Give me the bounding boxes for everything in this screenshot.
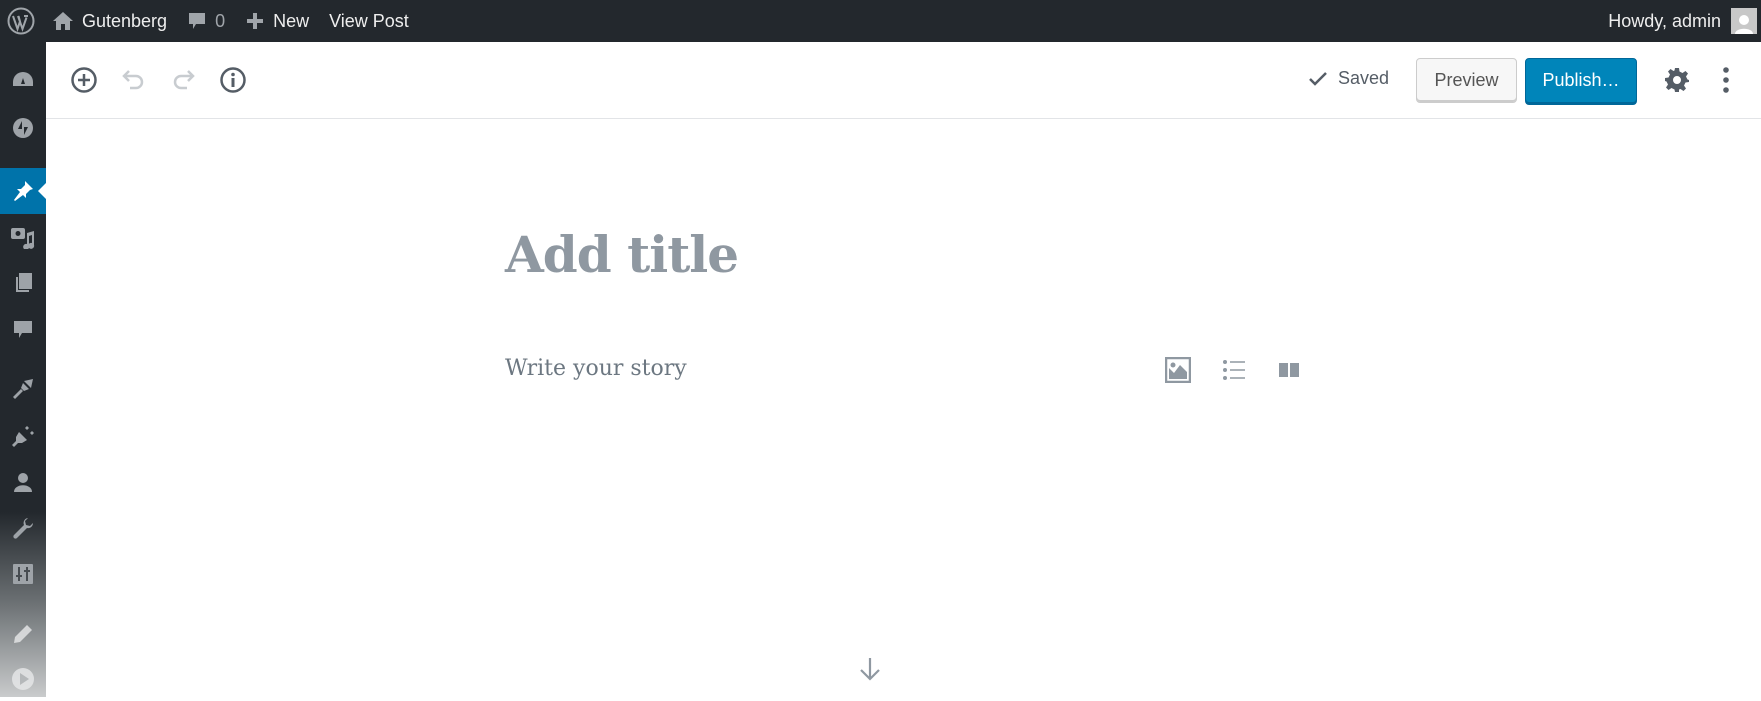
menu-pages[interactable] <box>0 261 46 305</box>
new-content-link[interactable]: New <box>235 0 319 42</box>
redo-button[interactable] <box>165 62 201 98</box>
my-account-link[interactable]: Howdy, admin <box>1598 0 1761 42</box>
jetpack-icon <box>13 118 33 138</box>
list-icon <box>1223 360 1245 380</box>
menu-comments[interactable] <box>0 307 46 351</box>
avatar <box>1731 8 1757 34</box>
post-title-input[interactable]: Add title <box>505 225 739 284</box>
new-label: New <box>273 10 310 31</box>
dashboard-icon <box>13 72 33 86</box>
menu-users[interactable] <box>0 460 46 504</box>
publish-button[interactable]: Publish… <box>1525 58 1637 103</box>
more-vertical-icon <box>1723 67 1729 93</box>
gear-icon <box>1665 68 1689 92</box>
view-post-link[interactable]: View Post <box>319 0 419 42</box>
menu-dashboard[interactable] <box>0 58 46 102</box>
scroll-down-button[interactable] <box>857 656 883 687</box>
user-icon <box>14 473 32 492</box>
undo-icon <box>122 70 144 90</box>
brush-icon <box>13 379 33 399</box>
content-info-button[interactable] <box>215 62 251 98</box>
insert-image-button[interactable] <box>1158 350 1198 390</box>
saved-label: Saved <box>1338 68 1390 88</box>
media-icon <box>11 228 35 249</box>
menu-tools[interactable] <box>0 506 46 550</box>
admin-bar: Gutenberg 0 New View Post Howdy, admin <box>0 0 1761 42</box>
menu-media[interactable] <box>0 215 46 259</box>
comments-link[interactable]: 0 <box>177 0 235 42</box>
play-circle-icon <box>12 668 34 690</box>
plus-icon <box>245 11 265 31</box>
wrench-icon <box>13 518 34 539</box>
checkmark-icon <box>1309 71 1327 86</box>
site-name: Gutenberg <box>82 10 168 31</box>
wordpress-logo-icon <box>7 7 35 35</box>
user-avatar-icon <box>1735 15 1753 34</box>
image-icon <box>1165 357 1191 383</box>
insert-columns-button[interactable] <box>1269 350 1309 390</box>
menu-collapse[interactable] <box>0 657 46 701</box>
menu-settings[interactable] <box>0 552 46 596</box>
columns-icon <box>1279 363 1299 377</box>
undo-button[interactable] <box>116 62 152 98</box>
pin-icon <box>14 181 33 201</box>
comment-icon <box>14 321 32 338</box>
menu-appearance[interactable] <box>0 367 46 411</box>
more-menu-button[interactable] <box>1708 62 1744 98</box>
site-name-link[interactable]: Gutenberg <box>42 0 177 42</box>
comments-count: 0 <box>215 10 226 31</box>
menu-posts[interactable] <box>0 168 46 214</box>
menu-plugins[interactable] <box>0 414 46 458</box>
greeting: Howdy, admin <box>1608 10 1721 31</box>
home-icon <box>52 11 74 31</box>
plugin-icon <box>12 426 34 447</box>
plus-circle-icon <box>71 67 97 93</box>
saved-status: Saved <box>1308 68 1389 89</box>
comment-icon <box>187 11 207 31</box>
pencil-icon <box>14 625 32 643</box>
preview-button[interactable]: Preview <box>1416 58 1517 103</box>
pages-icon <box>16 273 32 292</box>
wordpress-logo-button[interactable] <box>0 0 42 42</box>
redo-icon <box>173 70 195 90</box>
settings-sliders-icon <box>13 564 33 584</box>
info-icon <box>220 67 246 93</box>
default-block-appender[interactable]: Write your story <box>505 356 687 381</box>
admin-menu <box>0 42 46 697</box>
insert-list-button[interactable] <box>1214 350 1254 390</box>
editor-header: Saved Preview Publish… <box>46 42 1761 119</box>
view-post-label: View Post <box>329 10 409 31</box>
settings-button[interactable] <box>1659 62 1695 98</box>
menu-gutenberg[interactable] <box>0 612 46 656</box>
menu-jetpack[interactable] <box>0 106 46 150</box>
arrow-down-icon <box>860 658 880 681</box>
inserter-button[interactable] <box>66 62 102 98</box>
